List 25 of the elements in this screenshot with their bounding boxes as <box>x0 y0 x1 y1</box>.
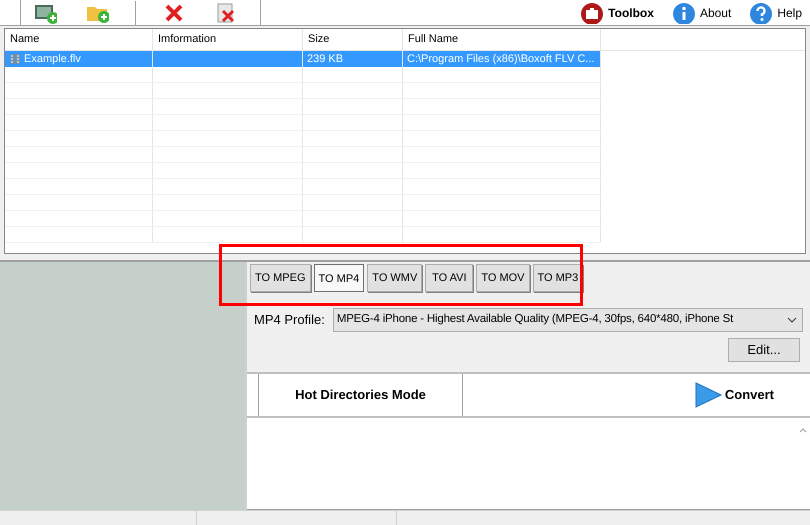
column-header[interactable]: Name <box>5 29 153 50</box>
help-button[interactable]: Help <box>749 2 802 24</box>
format-tab[interactable]: TO MP4 <box>314 264 364 292</box>
profile-dropdown[interactable]: MPEG-4 iPhone - Highest Available Quality (MPEG-4, 30fps, 640*480, iPhone St <box>332 308 803 332</box>
format-tab[interactable]: TO MP3 <box>532 264 584 292</box>
profile-label: MP4 Profile: <box>254 311 325 330</box>
column-header[interactable]: Imformation <box>153 29 303 50</box>
hot-directories-button[interactable]: Hot Directories Mode <box>259 374 463 416</box>
play-icon <box>694 382 722 408</box>
format-tab[interactable]: TO MOV <box>476 264 530 292</box>
film-icon <box>9 53 21 65</box>
about-button[interactable]: About <box>672 2 732 24</box>
table-cell-text: 239 KB <box>307 52 344 67</box>
toolbox-button[interactable]: Toolbox <box>580 2 654 24</box>
column-header[interactable]: Size <box>303 29 403 50</box>
edit-button[interactable]: Edit... <box>728 338 800 362</box>
column-header[interactable]: Full Name <box>403 29 601 50</box>
scroll-up-icon <box>799 428 807 433</box>
convert-button[interactable]: Convert <box>694 382 774 408</box>
table-cell-text: C:\Program Files (x86)\Boxoft FLV C... <box>407 52 594 67</box>
format-tab[interactable]: TO MPEG <box>250 264 311 292</box>
format-tab[interactable]: TO WMV <box>367 264 422 292</box>
format-tab[interactable]: TO AVI <box>425 264 474 292</box>
table-cell-text: Example.flv <box>24 52 81 67</box>
chevron-down-icon <box>787 317 797 323</box>
